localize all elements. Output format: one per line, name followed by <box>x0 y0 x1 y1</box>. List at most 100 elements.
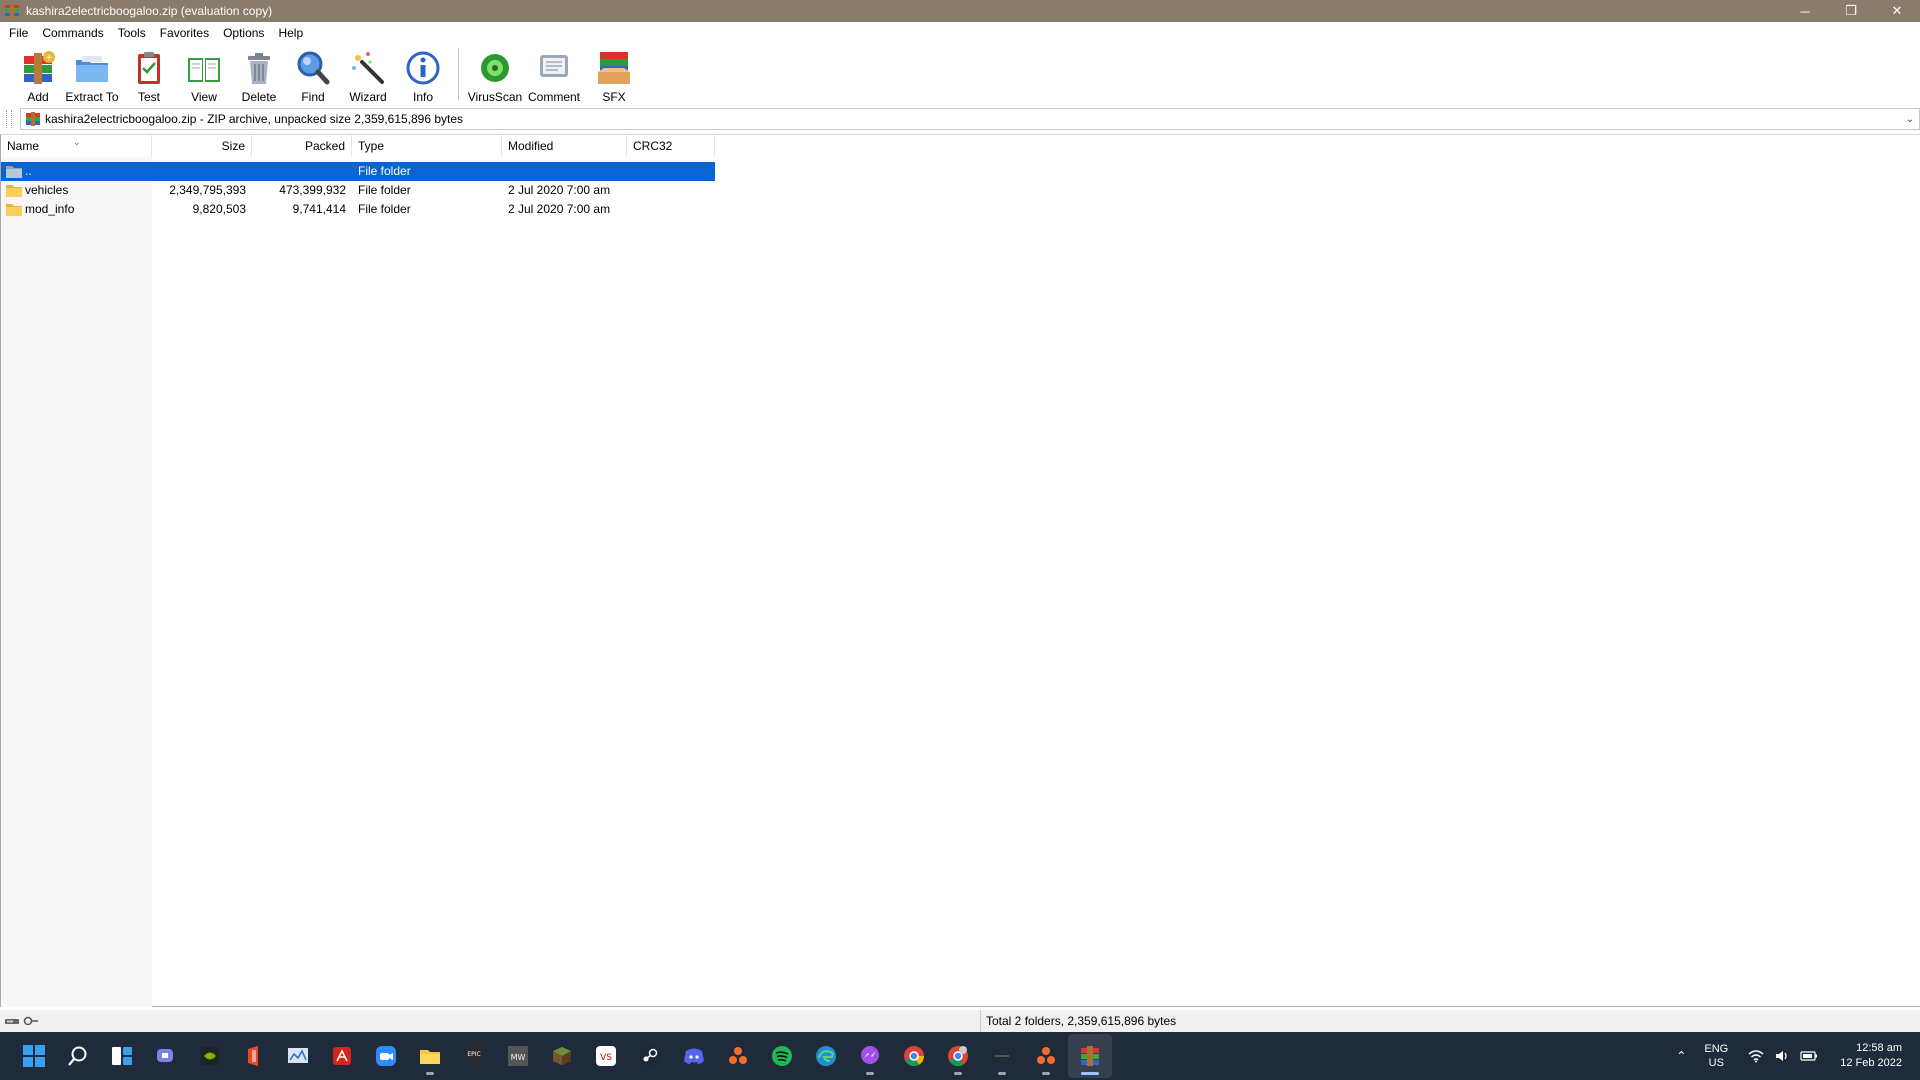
minimize-button[interactable]: ─ <box>1782 0 1828 22</box>
add-label: Add <box>27 90 49 104</box>
address-bar[interactable]: kashira2electricboogaloo.zip - ZIP archi… <box>20 108 1920 130</box>
menu-favorites[interactable]: Favorites <box>153 22 216 44</box>
menu-help[interactable]: Help <box>271 22 310 44</box>
view-label: View <box>191 90 217 104</box>
extract-to-label: Extract To <box>65 90 119 104</box>
toolbar: + Add Extract To Test View Delete Find W… <box>0 44 1920 106</box>
chrome-icon[interactable] <box>892 1034 936 1078</box>
row-size <box>152 162 252 181</box>
view-book-icon <box>188 58 220 82</box>
column-packed[interactable]: Packed <box>252 135 352 157</box>
acrobat-icon[interactable] <box>320 1034 364 1078</box>
windows-start-icon[interactable] <box>12 1034 56 1078</box>
system-icons[interactable] <box>1748 1049 1818 1063</box>
column-crc32-label: CRC32 <box>633 139 673 153</box>
row-size: 2,349,795,393 <box>169 183 246 197</box>
discord-icon[interactable] <box>672 1034 716 1078</box>
speaker-icon <box>1776 1051 1787 1061</box>
column-size[interactable]: Size <box>152 135 252 157</box>
zoom-icon[interactable] <box>364 1034 408 1078</box>
table-row[interactable]: .. File folder <box>1 162 715 181</box>
test-button[interactable]: Test <box>122 44 176 104</box>
minecraft-icon[interactable] <box>540 1034 584 1078</box>
svg-text:EPIC: EPIC <box>467 1051 480 1058</box>
menu-commands[interactable]: Commands <box>35 22 110 44</box>
table-row[interactable]: vehicles 2,349,795,393 473,399,932 File … <box>1 181 715 200</box>
svg-text:+: + <box>45 53 53 63</box>
extract-to-button[interactable]: Extract To <box>62 44 122 104</box>
add-button[interactable]: + Add <box>14 44 62 104</box>
messenger-icon[interactable] <box>848 1034 892 1078</box>
row-name: vehicles <box>1 181 152 200</box>
chevron-down-icon[interactable]: ⌄ <box>1901 114 1919 125</box>
clock[interactable]: 12:58 am 12 Feb 2022 <box>1840 1041 1902 1071</box>
address-text: kashira2electricboogaloo.zip - ZIP archi… <box>45 112 464 126</box>
taskbar: EPIC MW VS ⌃ ENG US 12:58 am 12 Feb 2022 <box>0 1032 1920 1080</box>
widgets-icon[interactable] <box>100 1034 144 1078</box>
steam-icon[interactable] <box>628 1034 672 1078</box>
column-name-label: Name <box>7 139 40 153</box>
winrar-app-icon[interactable] <box>4 3 20 19</box>
column-modified[interactable]: Modified <box>502 135 627 157</box>
address-grip <box>6 110 12 128</box>
drive-icon[interactable] <box>4 1016 20 1026</box>
system-tray: ⌃ ENG US 12:58 am 12 Feb 2022 <box>1676 1032 1920 1080</box>
row-packed: 473,399,932 <box>279 183 346 197</box>
chrome-profile-icon[interactable] <box>936 1034 980 1078</box>
teams-chat-icon[interactable] <box>144 1034 188 1078</box>
sfx-box-icon <box>598 52 630 84</box>
taskbar-apps: EPIC MW VS <box>0 1034 1112 1078</box>
epic-games-icon[interactable]: EPIC <box>452 1034 496 1078</box>
sfx-button[interactable]: SFX <box>585 44 643 104</box>
delete-label: Delete <box>241 90 277 104</box>
row-crc32 <box>627 200 715 219</box>
column-name[interactable]: ⌄ Name <box>1 135 152 157</box>
winrar-icon[interactable] <box>1068 1034 1112 1078</box>
row-name-text: mod_info <box>25 202 75 216</box>
comment-label: Comment <box>527 90 580 104</box>
wizard-button[interactable]: Wizard <box>340 44 396 104</box>
row-modified: 2 Jul 2020 7:00 am <box>508 202 611 216</box>
column-type[interactable]: Type <box>352 135 502 157</box>
game-mw-icon[interactable]: MW <box>496 1034 540 1078</box>
column-crc32[interactable]: CRC32 <box>627 135 715 157</box>
spotify-icon[interactable] <box>760 1034 804 1078</box>
row-modified <box>502 162 627 181</box>
menu-options[interactable]: Options <box>216 22 271 44</box>
test-label: Test <box>137 90 160 104</box>
zip-archive-icon <box>26 112 40 126</box>
info-button[interactable]: Info <box>396 44 450 104</box>
svg-text:MW: MW <box>511 1053 526 1062</box>
office-icon[interactable] <box>232 1034 276 1078</box>
comment-button[interactable]: Comment <box>523 44 585 104</box>
menu-tools[interactable]: Tools <box>111 22 153 44</box>
minimized-app-icon[interactable] <box>980 1034 1024 1078</box>
language-indicator[interactable]: ENG US <box>1704 1042 1728 1070</box>
row-size: 9,820,503 <box>192 202 246 216</box>
origin-icon[interactable] <box>716 1034 760 1078</box>
edge-icon[interactable] <box>804 1034 848 1078</box>
close-button[interactable]: ✕ <box>1874 0 1920 22</box>
delete-button[interactable]: Delete <box>232 44 286 104</box>
vs-app-icon[interactable]: VS <box>584 1034 628 1078</box>
file-list[interactable]: ⌄ Name Size Packed Type Modified CRC32 .… <box>0 134 1920 1007</box>
table-row[interactable]: mod_info 9,820,503 9,741,414 File folder… <box>1 200 715 219</box>
menu-file[interactable]: File <box>2 22 35 44</box>
show-hidden-icons-chevron-icon[interactable]: ⌃ <box>1676 1049 1686 1063</box>
row-name-text: vehicles <box>25 183 69 197</box>
comment-icon <box>540 55 568 77</box>
file-explorer-icon[interactable] <box>408 1034 452 1078</box>
virusscan-button[interactable]: VirusScan <box>467 44 523 104</box>
column-header: ⌄ Name Size Packed Type Modified CRC32 <box>1 135 715 157</box>
monitor-app-icon[interactable] <box>276 1034 320 1078</box>
key-icon[interactable] <box>23 1016 39 1026</box>
clock-time: 12:58 am <box>1856 1042 1902 1054</box>
view-button[interactable]: View <box>176 44 232 104</box>
find-button[interactable]: Find <box>286 44 340 104</box>
extract-folder-icon <box>76 56 108 82</box>
folder-up-icon <box>6 166 22 178</box>
search-icon[interactable] <box>56 1034 100 1078</box>
restore-button[interactable]: ❐ <box>1828 0 1874 22</box>
origin-alt-icon[interactable] <box>1024 1034 1068 1078</box>
nvidia-icon[interactable] <box>188 1034 232 1078</box>
